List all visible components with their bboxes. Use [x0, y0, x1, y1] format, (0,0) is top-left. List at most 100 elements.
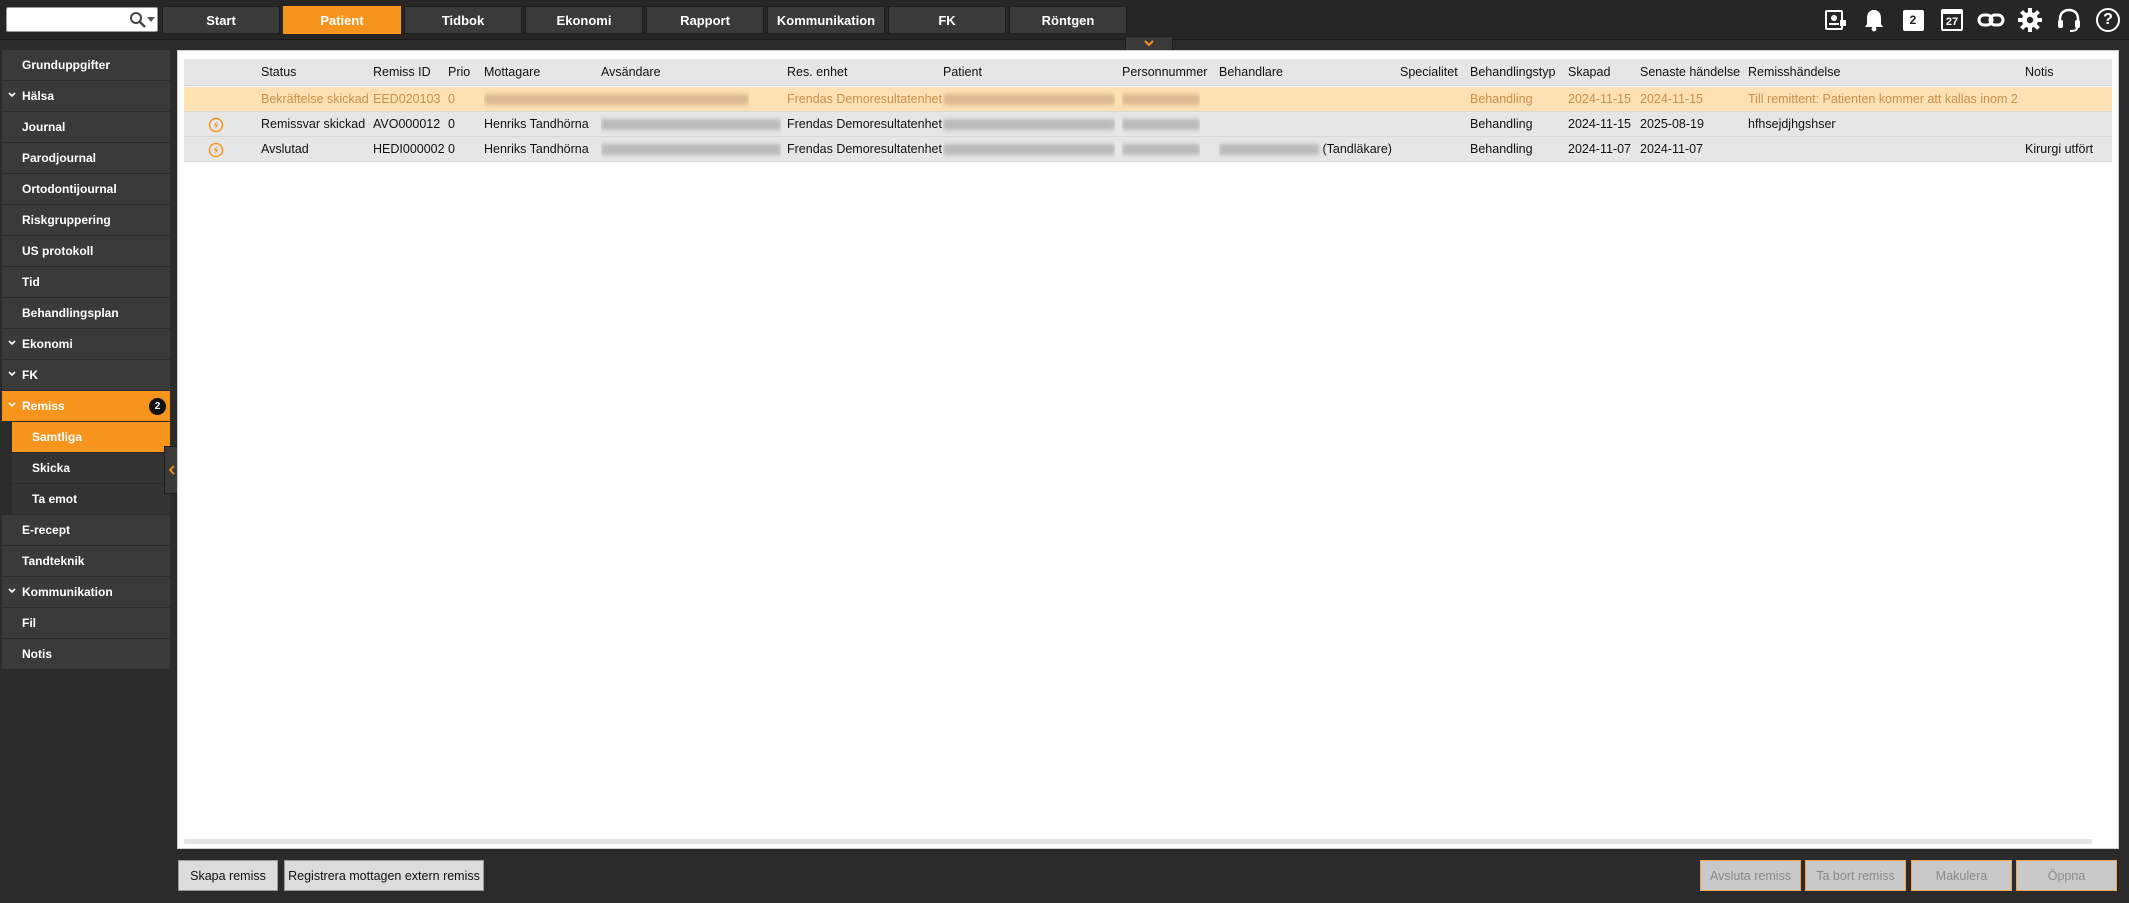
- link-icon[interactable]: [1976, 6, 2006, 34]
- cell-avsandare: [601, 137, 781, 162]
- column-header-res-enhet[interactable]: Res. enhet: [787, 59, 847, 86]
- help-glyph: ?: [2096, 8, 2120, 32]
- sidebar-item-parodjournal[interactable]: Parodjournal: [2, 143, 170, 173]
- tab-rontgen[interactable]: Röntgen: [1009, 6, 1127, 34]
- table-row[interactable]: Remissvar skickad AVO000012 0 Henriks Ta…: [184, 112, 2112, 137]
- sidebar-item-label: Riskgruppering: [22, 213, 111, 227]
- registrera-extern-remiss-button[interactable]: Registrera mottagen extern remiss: [284, 860, 484, 891]
- sidebar-item-remiss[interactable]: Remiss 2: [2, 391, 170, 421]
- sidebar-subitem-ta-emot[interactable]: Ta emot: [12, 484, 170, 514]
- skapa-remiss-button[interactable]: Skapa remiss: [178, 860, 278, 891]
- counter-icon[interactable]: 2: [1898, 6, 1928, 34]
- cell-remisshandelse: hfhsejdjhgshser: [1748, 117, 1836, 131]
- bell-icon[interactable]: [1859, 6, 1889, 34]
- table-row[interactable]: Bekräftelse skickad EED020103 0 Frendas …: [184, 87, 2112, 112]
- redacted-text: [1122, 119, 1200, 131]
- tab-ekonomi[interactable]: Ekonomi: [525, 6, 643, 34]
- column-header-specialitet[interactable]: Specialitet: [1400, 59, 1458, 86]
- sidebar-item-journal[interactable]: Journal: [2, 112, 170, 142]
- gear-icon[interactable]: [2015, 6, 2045, 34]
- tab-kommunikation[interactable]: Kommunikation: [767, 6, 885, 34]
- sidebar-item-grunduppgifter[interactable]: Grunduppgifter: [2, 50, 170, 80]
- cell-res-enhet: Frendas Demoresultatenhet: [787, 92, 942, 106]
- redacted-text: [1219, 144, 1319, 156]
- column-header-status[interactable]: Status: [261, 59, 296, 86]
- table-row[interactable]: Avslutad HEDI000002 0 Henriks Tandhörna …: [184, 137, 2112, 162]
- patient-sidebar: Grunduppgifter Hälsa Journal Parodjourna…: [2, 50, 170, 670]
- sidebar-item-label: Ortodontijournal: [22, 182, 117, 196]
- top-collapse-toggle[interactable]: [1125, 36, 1173, 51]
- column-header-behandlare[interactable]: Behandlare: [1219, 59, 1283, 86]
- sidebar-item-tid[interactable]: Tid: [2, 267, 170, 297]
- sidebar-item-label: Parodjournal: [22, 151, 97, 165]
- cell-remisshandelse: Till remittent: Patienten kommer att kal…: [1748, 92, 2018, 106]
- patient-card-icon[interactable]: [1820, 6, 1850, 34]
- headset-icon[interactable]: [2054, 6, 2084, 34]
- chevron-down-icon: [8, 588, 16, 594]
- cell-prio: 0: [448, 117, 455, 131]
- sidebar-item-tandteknik[interactable]: Tandteknik: [2, 546, 170, 576]
- column-header-avsandare[interactable]: Avsändare: [601, 59, 661, 86]
- column-header-skapad[interactable]: Skapad: [1568, 59, 1610, 86]
- column-header-remiss-id[interactable]: Remiss ID: [373, 59, 431, 86]
- sidebar-item-label: Ekonomi: [22, 337, 73, 351]
- column-header-patient[interactable]: Patient: [943, 59, 982, 86]
- tab-start[interactable]: Start: [162, 6, 280, 34]
- tab-rapport[interactable]: Rapport: [646, 6, 764, 34]
- sidebar-item-notis[interactable]: Notis: [2, 639, 170, 669]
- top-icon-bar: 2 27 ?: [1811, 6, 2123, 34]
- chevron-down-icon: [8, 340, 16, 346]
- cell-remiss-id: HEDI000002: [373, 142, 445, 156]
- cell-status: Bekräftelse skickad: [261, 92, 369, 106]
- sidebar-subitem-samtliga[interactable]: Samtliga: [12, 422, 170, 452]
- sidebar-item-label: Kommunikation: [22, 585, 113, 599]
- redacted-text: [943, 94, 1115, 106]
- search-input[interactable]: [6, 7, 158, 32]
- column-header-remisshandelse[interactable]: Remisshändelse: [1748, 59, 1840, 86]
- sidebar-item-ekonomi[interactable]: Ekonomi: [2, 329, 170, 359]
- tab-fk[interactable]: FK: [888, 6, 1006, 34]
- horizontal-scrollbar[interactable]: [184, 839, 2092, 844]
- sidebar-item-fil[interactable]: Fil: [2, 608, 170, 638]
- sidebar-item-kommunikation[interactable]: Kommunikation: [2, 577, 170, 607]
- redacted-text: [1122, 94, 1200, 106]
- cell-behandlingstyp: Behandling: [1470, 117, 1533, 131]
- cell-skapad: 2024-11-15: [1568, 92, 1632, 106]
- calendar-icon[interactable]: 27: [1937, 6, 1967, 34]
- column-header-personnummer[interactable]: Personnummer: [1122, 59, 1207, 86]
- search-icon[interactable]: [129, 11, 147, 29]
- oppna-button[interactable]: Öppna: [2016, 860, 2117, 891]
- sidebar-item-behandlingsplan[interactable]: Behandlingsplan: [2, 298, 170, 328]
- top-bar: Start Patient Tidbok Ekonomi Rapport Kom…: [0, 0, 2129, 40]
- sidebar-item-label: US protokoll: [22, 244, 94, 258]
- column-header-mottagare[interactable]: Mottagare: [484, 59, 540, 86]
- sidebar-item-e-recept[interactable]: E-recept: [2, 515, 170, 545]
- ta-bort-remiss-button[interactable]: Ta bort remiss: [1805, 860, 1906, 891]
- cell-behandlare: (Tandläkare): [1219, 137, 1392, 162]
- column-header-notis[interactable]: Notis: [2025, 59, 2053, 86]
- column-header-behandlingstyp[interactable]: Behandlingstyp: [1470, 59, 1555, 86]
- sidebar-item-halsa[interactable]: Hälsa: [2, 81, 170, 111]
- sidebar-subitem-skicka[interactable]: Skicka: [12, 453, 170, 483]
- makulera-button[interactable]: Makulera: [1911, 860, 2012, 891]
- chevron-down-icon[interactable]: [147, 17, 155, 22]
- cell-personnummer: [1122, 87, 1200, 112]
- help-icon[interactable]: ?: [2093, 6, 2123, 34]
- sidebar-item-label: Fil: [22, 616, 36, 630]
- sidebar-item-ortodontijournal[interactable]: Ortodontijournal: [2, 174, 170, 204]
- sidebar-item-label: Hälsa: [22, 89, 55, 103]
- cell-avsandare: [601, 112, 781, 137]
- sidebar-item-riskgruppering[interactable]: Riskgruppering: [2, 205, 170, 235]
- cell-res-enhet: Frendas Demoresultatenhet: [787, 142, 942, 156]
- tab-tidbok[interactable]: Tidbok: [404, 6, 522, 34]
- sidebar-item-us-protokoll[interactable]: US protokoll: [2, 236, 170, 266]
- column-header-senaste-handelse[interactable]: Senaste händelse: [1640, 59, 1740, 86]
- sidebar-item-fk[interactable]: FK: [2, 360, 170, 390]
- avsluta-remiss-button[interactable]: Avsluta remiss: [1700, 860, 1801, 891]
- cell-patient: [943, 112, 1115, 137]
- sidebar-item-label: Skicka: [32, 461, 71, 475]
- tab-patient[interactable]: Patient: [283, 6, 401, 34]
- sidebar-item-label: Tid: [22, 275, 40, 289]
- column-header-prio[interactable]: Prio: [448, 59, 470, 86]
- sidebar-item-label: Remiss: [22, 399, 65, 413]
